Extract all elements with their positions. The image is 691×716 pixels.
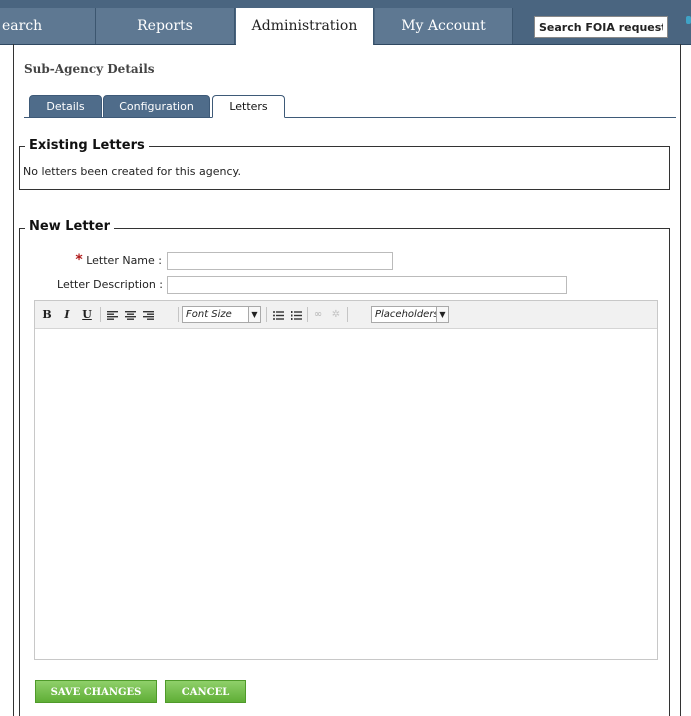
- letter-description-label: Letter Description :: [57, 278, 163, 291]
- editor-toolbar: B I U Font Size ▼ ∞ ✲ Placeholders ▼: [35, 301, 657, 329]
- align-center-icon[interactable]: [123, 307, 137, 322]
- font-size-select[interactable]: Font Size ▼: [182, 306, 261, 323]
- letter-description-input[interactable]: [167, 276, 567, 294]
- placeholders-select-value: Placeholders: [375, 309, 439, 320]
- toolbar-separator: [100, 307, 101, 322]
- tab-my-account[interactable]: My Account: [375, 8, 513, 44]
- link-icon[interactable]: ∞: [311, 307, 325, 322]
- bulleted-list-icon[interactable]: [271, 307, 285, 322]
- toolbar-separator: [178, 307, 179, 322]
- cancel-button[interactable]: CANCEL: [165, 680, 246, 703]
- toolbar-separator: [266, 307, 267, 322]
- tab-configuration[interactable]: Configuration: [103, 95, 210, 118]
- chevron-down-icon: ▼: [436, 307, 448, 322]
- letter-name-input[interactable]: [167, 252, 393, 270]
- tab-search[interactable]: earch: [0, 8, 96, 44]
- top-navigation: earch Reports Administration My Account: [0, 0, 691, 45]
- page-title: Sub-Agency Details: [24, 62, 155, 76]
- unlink-icon[interactable]: ✲: [329, 307, 343, 322]
- numbered-list-icon[interactable]: [289, 307, 303, 322]
- bold-button[interactable]: B: [41, 307, 53, 322]
- font-size-select-value: Font Size: [186, 309, 232, 320]
- tab-letters[interactable]: Letters: [212, 95, 285, 118]
- save-changes-button[interactable]: SAVE CHANGES: [35, 680, 157, 703]
- placeholders-select[interactable]: Placeholders ▼: [371, 306, 449, 323]
- italic-button[interactable]: I: [61, 307, 73, 322]
- new-letter-legend: New Letter: [25, 219, 114, 234]
- chevron-down-icon: ▼: [248, 307, 260, 322]
- editor-text-area[interactable]: [35, 329, 657, 659]
- align-left-icon[interactable]: [105, 307, 119, 322]
- search-input[interactable]: [534, 16, 668, 38]
- page-frame-left: [13, 44, 14, 716]
- existing-letters-legend: Existing Letters: [25, 138, 149, 153]
- tab-reports[interactable]: Reports: [96, 8, 235, 44]
- tab-administration[interactable]: Administration: [236, 8, 374, 45]
- page-frame-right: [680, 44, 681, 716]
- toolbar-separator: [307, 307, 308, 322]
- required-asterisk: *: [75, 252, 83, 268]
- letter-name-label-text: Letter Name :: [86, 254, 162, 267]
- toolbar-separator: [347, 307, 348, 322]
- underline-button[interactable]: U: [81, 307, 93, 322]
- letter-editor: B I U Font Size ▼ ∞ ✲ Placeholders ▼: [34, 300, 658, 660]
- tab-details[interactable]: Details: [29, 95, 102, 118]
- search-button[interactable]: [686, 16, 691, 24]
- letter-name-label: * Letter Name :: [40, 252, 162, 268]
- align-right-icon[interactable]: [141, 307, 155, 322]
- existing-letters-message: No letters been created for this agency.: [23, 165, 241, 178]
